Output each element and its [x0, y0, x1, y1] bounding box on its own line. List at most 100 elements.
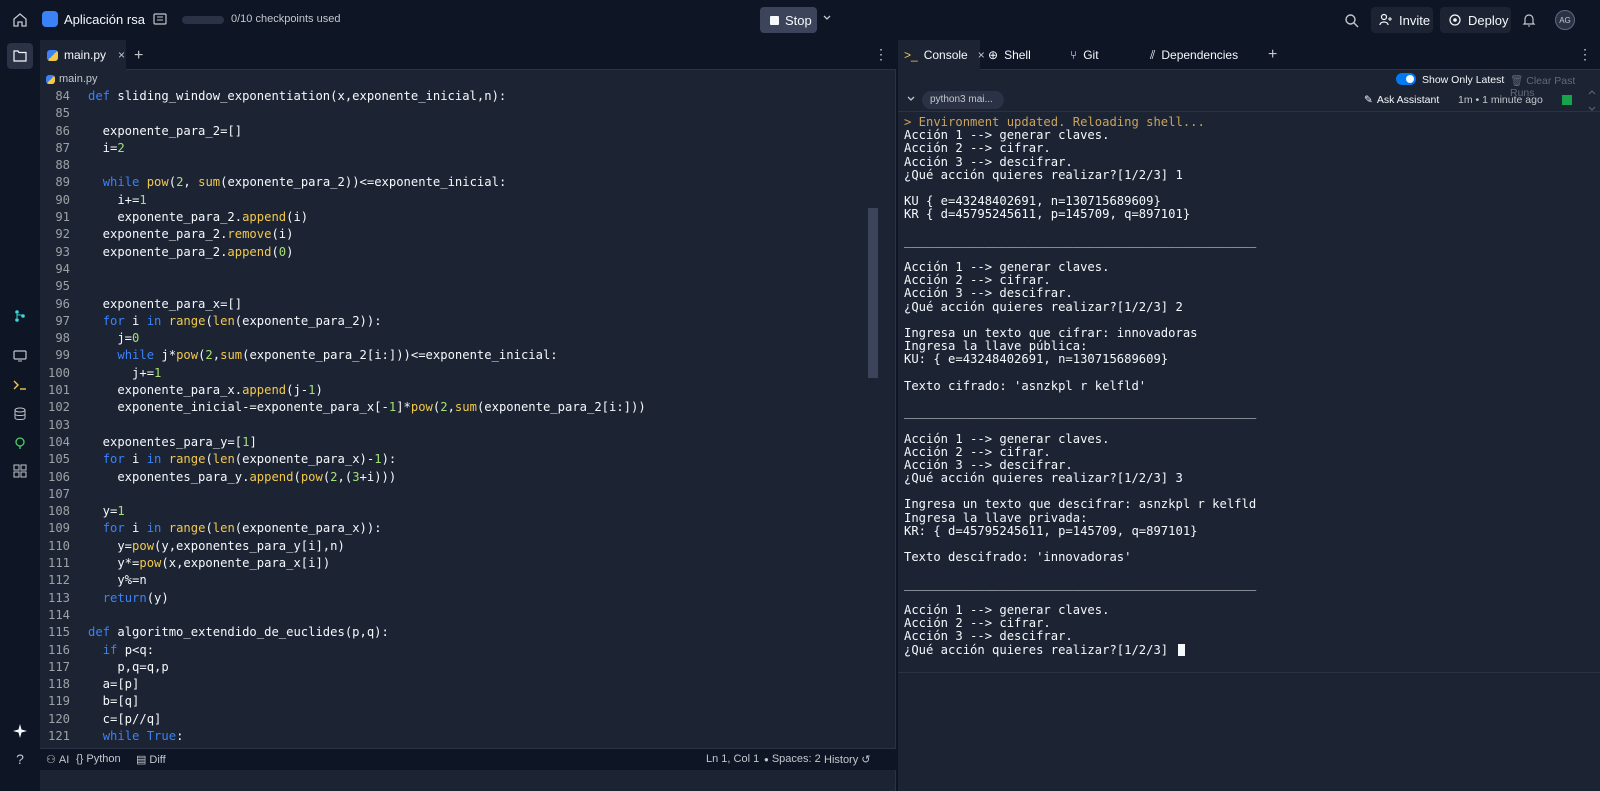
files-icon[interactable]: [7, 43, 33, 69]
line-number: 100: [47, 365, 70, 380]
code-line[interactable]: 121 while True:: [40, 728, 880, 745]
checkpoint-icon[interactable]: [152, 11, 168, 27]
code-line[interactable]: 102 exponente_inicial-=exponente_para_x[…: [40, 399, 880, 416]
ask-assistant-button[interactable]: ✎ Ask Assistant: [1364, 94, 1439, 106]
close-icon[interactable]: ×: [118, 48, 125, 62]
diff-button[interactable]: ▤ Diff: [136, 753, 166, 767]
all-tools-icon[interactable]: [10, 461, 30, 481]
invite-label: Invite: [1399, 12, 1431, 28]
dependencies-icon: ⫽: [1150, 47, 1156, 62]
history-icon: ↺: [861, 754, 871, 766]
chevron-down-icon[interactable]: [822, 13, 832, 23]
code-line[interactable]: 98 j=0: [40, 330, 880, 347]
spaces-setting[interactable]: ● Spaces: 2: [764, 753, 821, 765]
code-line[interactable]: 99 while j*pow(2,sum(exponente_para_2[i:…: [40, 347, 880, 364]
code-line[interactable]: 94: [40, 261, 880, 278]
code-line[interactable]: 96 exponente_para_x=[]: [40, 296, 880, 313]
home-icon[interactable]: [10, 10, 30, 30]
code-line[interactable]: 85: [40, 105, 880, 122]
code-line[interactable]: 110 y=pow(y,exponentes_para_y[i],n): [40, 538, 880, 555]
bell-icon[interactable]: [1520, 11, 1538, 29]
invite-button[interactable]: Invite: [1371, 7, 1433, 33]
more-options-icon[interactable]: ⋮: [1578, 46, 1592, 63]
code-line[interactable]: 119 b=[q]: [40, 693, 880, 710]
language-button[interactable]: {} Python: [76, 753, 121, 765]
code-line[interactable]: 91 exponente_para_2.append(i): [40, 209, 880, 226]
code-text: exponente_para_2.remove(i): [88, 227, 294, 242]
git-branch-icon[interactable]: [10, 306, 30, 326]
code-line[interactable]: 90 i+=1: [40, 192, 880, 209]
scroll-thumb[interactable]: [868, 208, 878, 378]
help-icon[interactable]: ?: [10, 749, 30, 769]
webview-icon[interactable]: [10, 346, 30, 366]
code-line[interactable]: 114: [40, 607, 880, 624]
tab-shell[interactable]: ⊕ Shell: [982, 40, 1062, 70]
console-scrollbar[interactable]: [1586, 88, 1598, 768]
more-options-icon[interactable]: ⋮: [874, 46, 888, 63]
code-line[interactable]: 113 return(y): [40, 590, 880, 607]
code-editor[interactable]: 84 def sliding_window_exponentiation(x,ex…: [40, 88, 880, 768]
line-number: 107: [47, 486, 70, 501]
tab-dependencies[interactable]: ⫽ Dependencies: [1144, 40, 1262, 70]
code-line[interactable]: 111 y*=pow(x,exponente_para_x[i]): [40, 555, 880, 572]
editor-pane: main.py × + ⋮ main.py 84 def sliding_wind…: [40, 40, 896, 791]
stop-button[interactable]: Stop: [760, 7, 817, 33]
chevron-down-icon[interactable]: [906, 94, 916, 104]
code-line[interactable]: 116 if p<q:: [40, 642, 880, 659]
code-line[interactable]: 112 y%=n: [40, 572, 880, 589]
deploy-button[interactable]: Deploy: [1440, 7, 1511, 33]
code-line[interactable]: 103: [40, 417, 880, 434]
line-number: 106: [47, 469, 70, 484]
top-bar: Aplicación rsa 0/10 checkpoints used Sto…: [0, 0, 1600, 40]
database-icon[interactable]: [10, 404, 30, 424]
avatar[interactable]: AG: [1555, 10, 1575, 30]
code-line[interactable]: 100 j+=1: [40, 365, 880, 382]
code-line[interactable]: 93 exponente_para_2.append(0): [40, 244, 880, 261]
tab-main-py[interactable]: main.py ×: [40, 40, 126, 70]
ai-button[interactable]: ⚇ AI: [46, 753, 69, 767]
search-icon[interactable]: [1342, 11, 1360, 29]
add-tab-icon[interactable]: +: [134, 47, 143, 65]
editor-scrollbar[interactable]: [866, 88, 878, 768]
code-line[interactable]: 88: [40, 157, 880, 174]
code-line[interactable]: 118 a=[p]: [40, 676, 880, 693]
console-line: Acción 3 --> descifrar.: [904, 286, 1073, 301]
packages-icon[interactable]: [10, 433, 30, 453]
app-name[interactable]: Aplicación rsa: [64, 12, 145, 27]
code-line[interactable]: 89 while pow(2, sum(exponente_para_2))<=…: [40, 174, 880, 191]
code-line[interactable]: 87 i=2: [40, 140, 880, 157]
code-line[interactable]: 86 exponente_para_2=[]: [40, 123, 880, 140]
code-line[interactable]: 106 exponentes_para_y.append(pow(2,(3+i)…: [40, 469, 880, 486]
history-button[interactable]: History ↺: [824, 753, 871, 767]
code-line[interactable]: 104 exponentes_para_y=[1]: [40, 434, 880, 451]
right-pane: >_ Console × ⊕ Shell ⑂ Git ⫽ Dependencies +…: [898, 40, 1600, 791]
line-number: 91: [55, 210, 70, 225]
cursor-position[interactable]: Ln 1, Col 1: [706, 753, 759, 765]
console-line: Acción 3 --> descifrar.: [904, 154, 1073, 169]
code-line[interactable]: 115 def algoritmo_extendido_de_euclides(p…: [40, 624, 880, 641]
code-line[interactable]: 84 def sliding_window_exponentiation(x,ex…: [40, 88, 880, 105]
code-line[interactable]: 95: [40, 278, 880, 295]
code-line[interactable]: 92 exponente_para_2.remove(i): [40, 226, 880, 243]
console-icon[interactable]: [10, 375, 30, 395]
console-output[interactable]: > Environment updated. Reloading shell..…: [904, 115, 1594, 676]
ai-sparkle-icon[interactable]: [10, 721, 30, 741]
code-line[interactable]: 101 exponente_para_x.append(j-1): [40, 382, 880, 399]
code-line[interactable]: 120 c=[p//q]: [40, 711, 880, 728]
code-line[interactable]: 107: [40, 486, 880, 503]
show-only-latest-toggle[interactable]: [1396, 73, 1416, 85]
line-number: 97: [55, 313, 70, 328]
add-tab-icon[interactable]: +: [1268, 46, 1277, 64]
code-line[interactable]: 117 p,q=q,p: [40, 659, 880, 676]
code-line[interactable]: 109 for i in range(len(exponente_para_x)…: [40, 520, 880, 537]
session-pill[interactable]: python3 mai...: [922, 91, 1004, 109]
code-line[interactable]: 105 for i in range(len(exponente_para_x)…: [40, 451, 880, 468]
line-number: 102: [47, 400, 70, 415]
code-line[interactable]: 97 for i in range(len(exponente_para_2))…: [40, 313, 880, 330]
tab-console[interactable]: >_ Console ×: [898, 40, 985, 70]
code-text: a=[p]: [88, 677, 140, 692]
code-line[interactable]: 108 y=1: [40, 503, 880, 520]
tab-git[interactable]: ⑂ Git: [1064, 40, 1142, 70]
breadcrumb-file[interactable]: main.py: [59, 73, 98, 85]
